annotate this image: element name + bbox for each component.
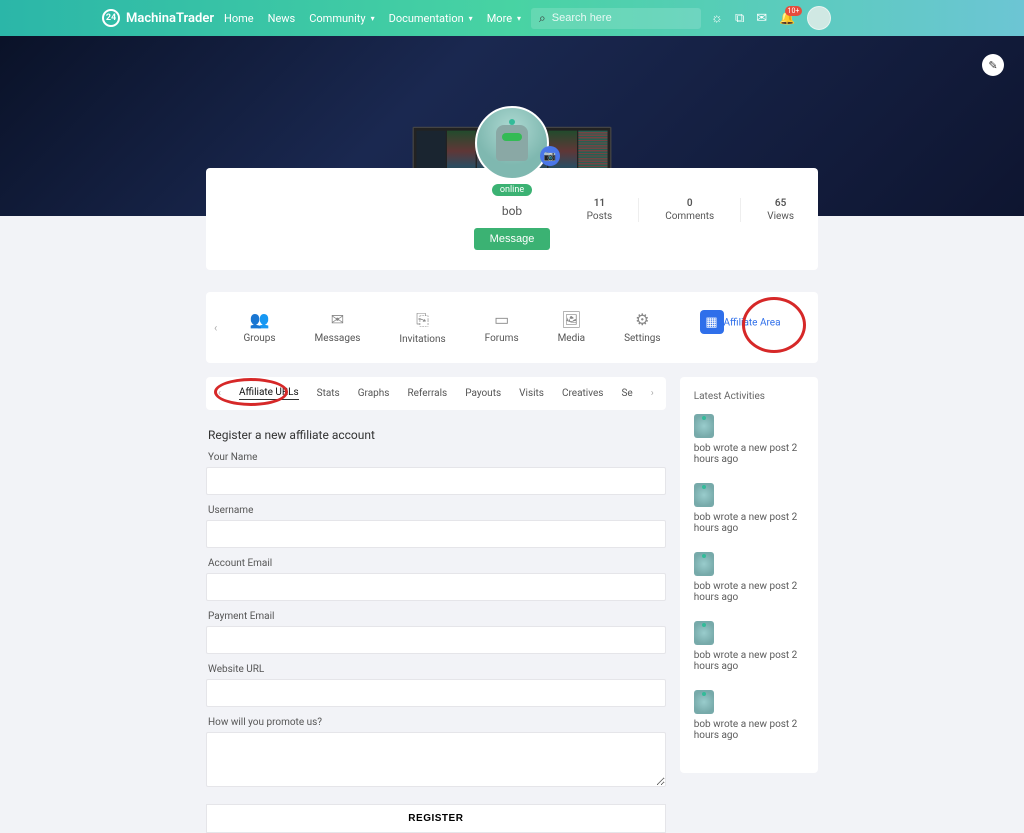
posts-label: Posts [587,211,613,222]
section-nav: ‹ 👥Groups ✉Messages ⎘Invitations ▭Forums… [206,292,818,363]
groups-icon: 👥 [243,310,275,329]
tab-payouts[interactable]: Payouts [465,388,501,399]
sidebar-title: Latest Activities [694,391,804,402]
input-username[interactable] [206,520,666,548]
comments-count: 0 [665,198,714,209]
activity-item[interactable]: bob wrote a new post 2 hours ago [694,483,804,534]
logo-icon: 24 [102,9,120,27]
label-your-name: Your Name [208,452,666,463]
search-icon: ⌕ [539,11,546,26]
camera-icon[interactable]: 📷 [540,146,560,166]
input-payment-email[interactable] [206,626,666,654]
tab-graphs[interactable]: Graphs [358,388,390,399]
activity-avatar [694,414,714,438]
friends-icon[interactable]: ⧉ [735,11,744,26]
profile-avatar[interactable] [475,106,549,180]
input-account-email[interactable] [206,573,666,601]
nav-home[interactable]: Home [224,12,254,25]
section-invitations[interactable]: ⎘Invitations [399,310,445,345]
activity-item[interactable]: bob wrote a new post 2 hours ago [694,552,804,603]
label-username: Username [208,505,666,516]
activity-item[interactable]: bob wrote a new post 2 hours ago [694,690,804,741]
tab-affiliate-urls[interactable]: Affiliate URLs [239,387,299,400]
invitations-icon: ⎘ [399,310,445,330]
mail-icon[interactable]: ✉ [756,11,767,26]
section-media[interactable]: 🖼Media [558,310,586,345]
section-nav-prev[interactable]: ‹ [214,321,217,334]
activity-item[interactable]: bob wrote a new post 2 hours ago [694,621,804,672]
profile-card: online bob Message 11Posts 0Comments 65V… [206,168,818,270]
affiliate-tabs: ‹ Affiliate URLs Stats Graphs Referrals … [206,377,666,410]
nav-community[interactable]: Community [309,12,374,25]
views-label: Views [767,211,794,222]
label-payment-email: Payment Email [208,611,666,622]
bell-icon[interactable]: 🔔10+ [779,11,795,26]
status-badge: online [492,184,532,196]
media-icon: 🖼 [558,310,586,329]
activity-avatar [694,552,714,576]
forums-icon: ▭ [485,310,519,329]
label-account-email: Account Email [208,558,666,569]
brightness-icon[interactable]: ☼ [711,10,723,26]
tabs-next[interactable]: › [651,388,654,399]
tab-visits[interactable]: Visits [519,388,544,399]
activity-avatar [694,621,714,645]
user-avatar[interactable] [807,6,831,30]
label-promote: How will you promote us? [208,717,666,728]
input-your-name[interactable] [206,467,666,495]
latest-activities-panel: Latest Activities bob wrote a new post 2… [680,377,818,773]
tab-overflow[interactable]: Se [621,388,632,399]
tabs-prev[interactable]: ‹ [218,388,221,399]
form-title: Register a new affiliate account [208,428,666,442]
activity-avatar [694,690,714,714]
section-settings[interactable]: ⚙Settings [624,310,661,345]
input-promote[interactable] [206,732,666,787]
tab-creatives[interactable]: Creatives [562,388,604,399]
affiliate-icon: ▦ [700,310,724,334]
activity-item[interactable]: bob wrote a new post 2 hours ago [694,414,804,465]
section-forums[interactable]: ▭Forums [485,310,519,345]
nav-news[interactable]: News [268,12,296,25]
register-button[interactable]: REGISTER [206,804,666,833]
tab-referrals[interactable]: Referrals [407,388,447,399]
settings-icon: ⚙ [624,310,661,329]
views-count: 65 [767,198,794,209]
section-affiliate-area[interactable]: ▦Affiliate Area [700,310,781,345]
section-groups[interactable]: 👥Groups [243,310,275,345]
activity-avatar [694,483,714,507]
comments-label: Comments [665,211,714,222]
profile-stats: 11 Posts 0 Comments 65 Views [587,198,794,222]
nav-more[interactable]: More [487,12,521,25]
label-website-url: Website URL [208,664,666,675]
input-website-url[interactable] [206,679,666,707]
nav-documentation[interactable]: Documentation [389,12,473,25]
messages-icon: ✉ [315,310,361,329]
message-button[interactable]: Message [474,228,551,250]
search-box[interactable]: ⌕ [531,8,701,29]
search-input[interactable] [552,12,693,24]
edit-cover-icon[interactable]: ✎ [982,54,1004,76]
tab-stats[interactable]: Stats [317,388,340,399]
brand-logo[interactable]: 24 MachinaTrader [102,9,214,27]
notif-badge: 10+ [785,6,803,16]
posts-count: 11 [587,198,613,209]
section-messages[interactable]: ✉Messages [315,310,361,345]
brand-name: MachinaTrader [126,11,214,26]
